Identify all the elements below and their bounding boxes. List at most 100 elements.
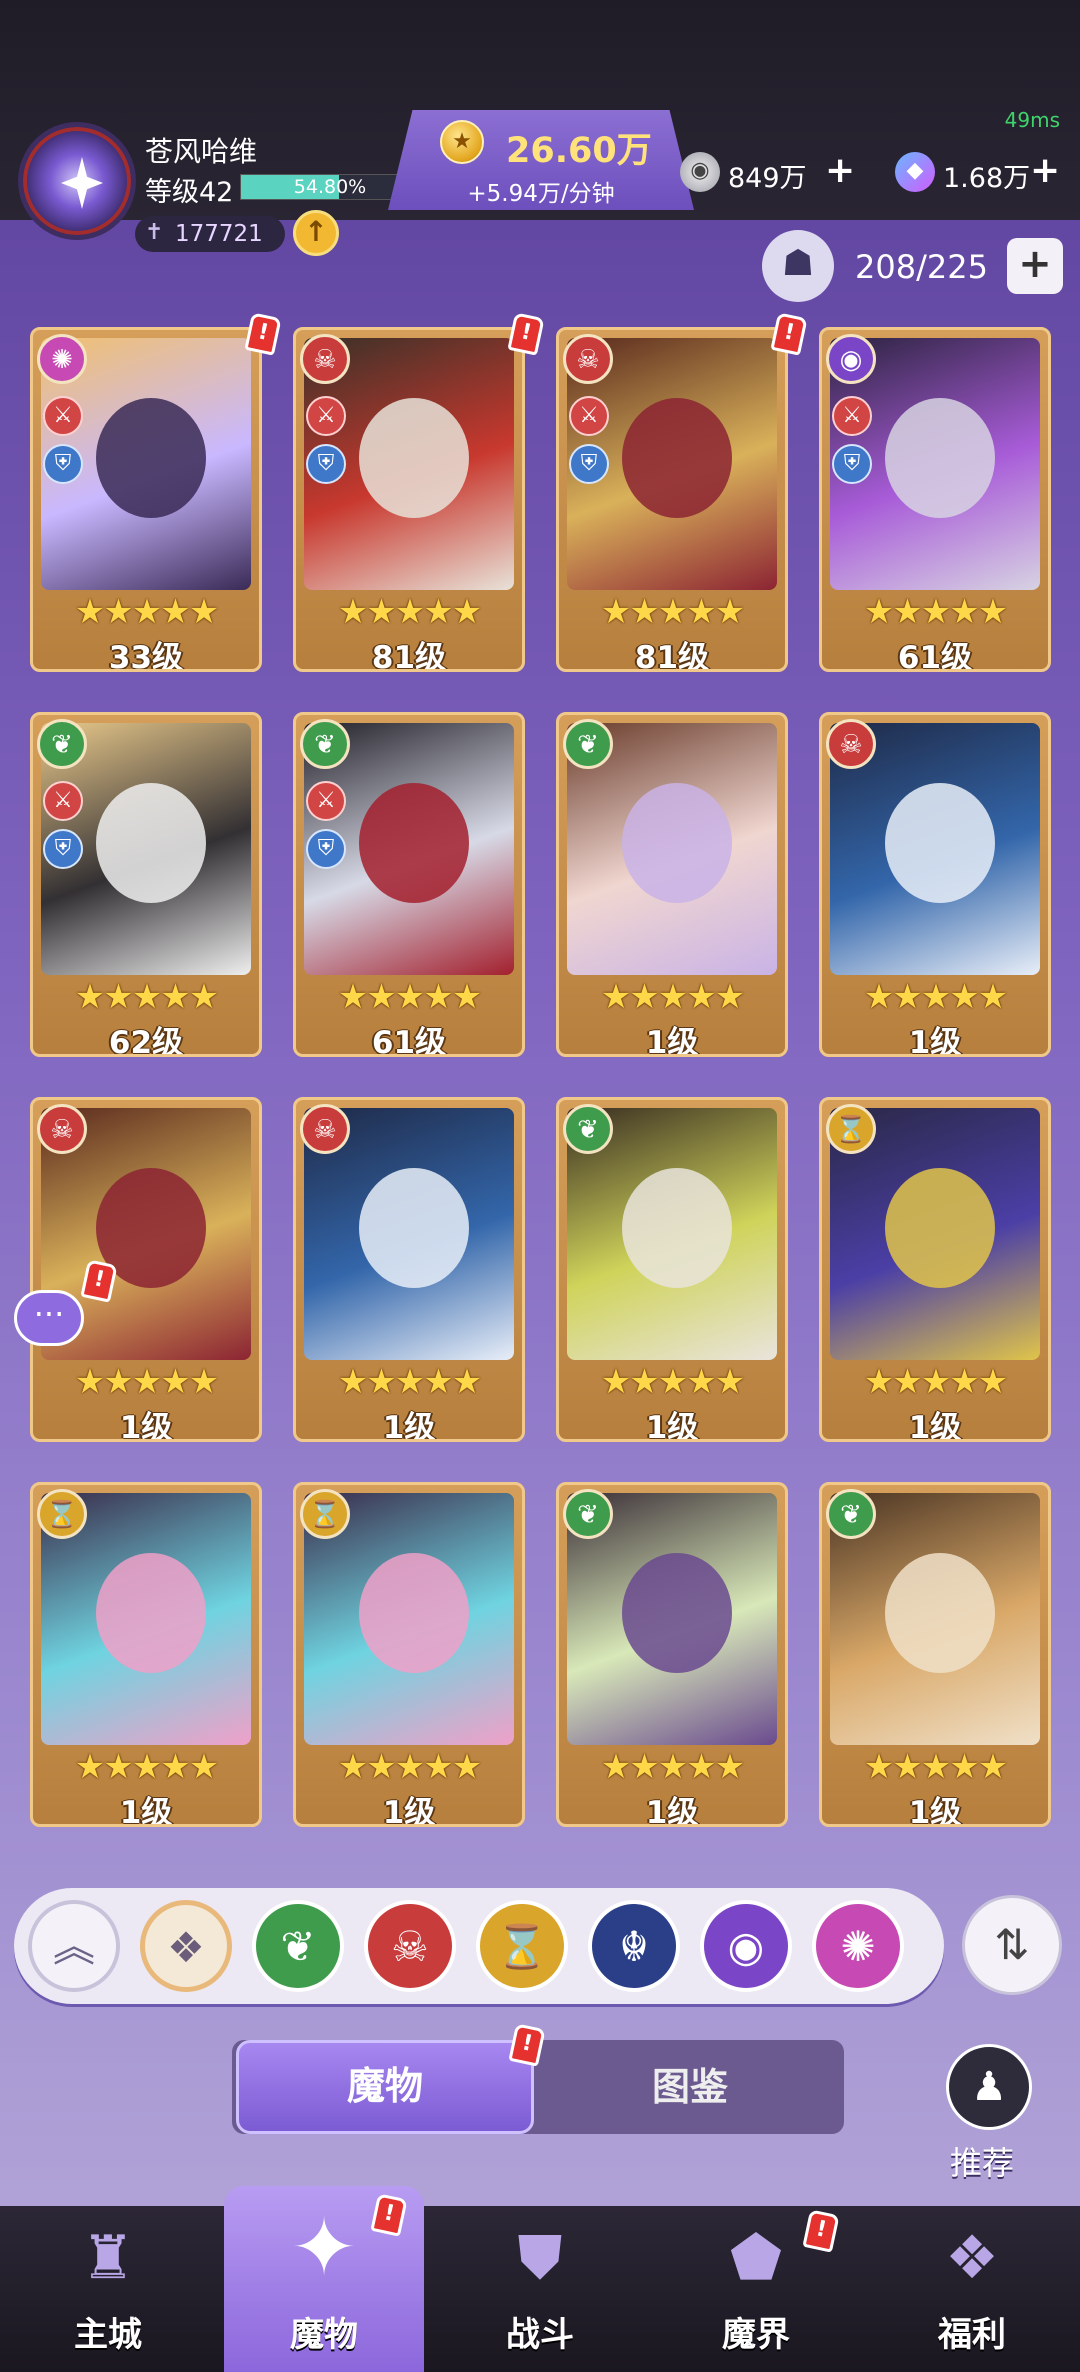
combat-power-value: 177721 bbox=[175, 221, 263, 247]
nature-icon: ❦ bbox=[563, 1104, 613, 1154]
monster-card[interactable]: ✺ ⚔ ⛨ ★★★★★ 33级 bbox=[30, 327, 262, 672]
monster-level: 1级 bbox=[645, 1025, 699, 1057]
attack-role-icon: ⚔ bbox=[306, 396, 346, 436]
gold-coin-icon: ★ bbox=[440, 120, 484, 164]
nav-label: 魔界 bbox=[722, 2315, 790, 2355]
monster-card[interactable]: ❦ ⚔ ⛨ ★★★★★ 61级 bbox=[293, 712, 525, 1057]
star-rating: ★★★★★ bbox=[74, 1747, 219, 1787]
defense-role-icon: ⛨ bbox=[43, 829, 83, 869]
monster-figure bbox=[359, 1168, 469, 1288]
monster-card[interactable]: ❦ ★★★★★ 1级 bbox=[556, 712, 788, 1057]
recommend-label: 推荐 bbox=[950, 2144, 1015, 2182]
monster-card[interactable]: ⌛ ★★★★★ 1级 bbox=[30, 1482, 262, 1827]
nav-item-treasure-chest[interactable]: ❖ 福利 bbox=[872, 2206, 1072, 2372]
monster-figure bbox=[359, 783, 469, 903]
collapse-filter-button[interactable]: ︽ bbox=[28, 1900, 120, 1992]
sword-icon: ✝ bbox=[145, 220, 164, 245]
monster-card[interactable]: ❦ ⚔ ⛨ ★★★★★ 62级 bbox=[30, 712, 262, 1057]
nature-icon: ❦ bbox=[300, 719, 350, 769]
monster-level: 33级 bbox=[108, 640, 184, 672]
silver-coin-icon: ◉ bbox=[680, 152, 720, 192]
gold-panel[interactable]: ★ 26.60万 +5.94万/分钟 bbox=[388, 110, 694, 210]
star-rating: ★★★★★ bbox=[600, 977, 745, 1017]
filter-fire-button[interactable]: ☠ bbox=[364, 1900, 456, 1992]
sort-button[interactable]: ⇅ bbox=[962, 1895, 1062, 1995]
gem-amount: 1.68万 bbox=[943, 163, 1031, 194]
monster-card[interactable]: ❦ ★★★★★ 1级 bbox=[556, 1097, 788, 1442]
filter-nature-button[interactable]: ❦ bbox=[252, 1900, 344, 1992]
monster-card[interactable]: ☠ ⚔ ⛨ ★★★★★ 81级 bbox=[293, 327, 525, 672]
monster-figure bbox=[96, 1553, 206, 1673]
fire-icon: ☠ bbox=[826, 719, 876, 769]
monster-figure bbox=[885, 1168, 995, 1288]
gem-resource: ◆ 1.68万 + bbox=[895, 150, 1075, 194]
monster-level: 81级 bbox=[634, 640, 710, 672]
silver-resource: ◉ 849万 + bbox=[680, 150, 860, 194]
add-silver-button[interactable]: + bbox=[825, 150, 855, 191]
nav-label: 主城 bbox=[74, 2315, 142, 2355]
filter-wind-button[interactable]: ✺ bbox=[812, 1900, 904, 1992]
monster-card[interactable]: ⌛ ★★★★★ 1级 bbox=[293, 1482, 525, 1827]
fire-icon: ☠ bbox=[300, 1104, 350, 1154]
monster-card[interactable]: ⌛ ★★★★★ 1级 bbox=[819, 1097, 1051, 1442]
monster-level: 1级 bbox=[382, 1410, 436, 1442]
tab-monsters[interactable]: 魔物 bbox=[236, 2040, 534, 2134]
monster-level: 1级 bbox=[908, 1025, 962, 1057]
monster-level: 1级 bbox=[119, 1795, 173, 1827]
player-avatar[interactable] bbox=[18, 122, 136, 240]
monster-figure bbox=[885, 783, 995, 903]
monster-figure bbox=[96, 783, 206, 903]
star-rating: ★★★★★ bbox=[74, 592, 219, 632]
star-rating: ★★★★★ bbox=[600, 1362, 745, 1402]
monster-level: 81级 bbox=[371, 640, 447, 672]
monster-card[interactable]: ◉ ⚔ ⛨ ★★★★★ 61级 bbox=[819, 327, 1051, 672]
card-alert-badge: ! bbox=[507, 312, 545, 356]
monster-level: 61级 bbox=[371, 1025, 447, 1057]
star-rating: ★★★★★ bbox=[74, 977, 219, 1017]
attack-role-icon: ⚔ bbox=[306, 781, 346, 821]
monster-figure bbox=[622, 1553, 732, 1673]
star-rating: ★★★★★ bbox=[337, 1362, 482, 1402]
monster-card[interactable]: ☠ ★★★★★ 1级 bbox=[819, 712, 1051, 1057]
monster-figure bbox=[885, 1553, 995, 1673]
monster-level: 1级 bbox=[908, 1410, 962, 1442]
filter-eye-button[interactable]: ◉ bbox=[700, 1900, 792, 1992]
monster-level: 1级 bbox=[382, 1795, 436, 1827]
monster-card[interactable]: ☠ ★★★★★ 1级 bbox=[30, 1097, 262, 1442]
monster-card[interactable]: ❦ ★★★★★ 1级 bbox=[819, 1482, 1051, 1827]
expand-capacity-button[interactable]: + bbox=[1007, 238, 1063, 294]
nature-icon: ❦ bbox=[826, 1489, 876, 1539]
monster-capacity: 208/225 bbox=[855, 248, 988, 286]
nav-item-castle[interactable]: ♜ 主城 bbox=[8, 2206, 208, 2372]
star-rating: ★★★★★ bbox=[863, 1747, 1008, 1787]
nature-icon: ❦ bbox=[563, 1489, 613, 1539]
add-gem-button[interactable]: + bbox=[1030, 150, 1060, 191]
nav-item-battle-shield[interactable]: ⛊ 战斗 bbox=[440, 2206, 640, 2372]
monster-figure bbox=[885, 398, 995, 518]
star-rating: ★★★★★ bbox=[863, 1362, 1008, 1402]
upgrade-arrow-button[interactable]: ↑ bbox=[293, 210, 339, 256]
nature-icon: ❦ bbox=[37, 719, 87, 769]
star-rating: ★★★★★ bbox=[600, 592, 745, 632]
monster-card[interactable]: ☠ ⚔ ⛨ ★★★★★ 81级 bbox=[556, 327, 788, 672]
nav-label: 福利 bbox=[938, 2315, 1006, 2355]
nav-label: 魔物 bbox=[290, 2315, 358, 2355]
monster-card[interactable]: ☠ ★★★★★ 1级 bbox=[293, 1097, 525, 1442]
filter-beast-button[interactable]: ☬ bbox=[588, 1900, 680, 1992]
silver-amount: 849万 bbox=[728, 163, 807, 194]
attack-role-icon: ⚔ bbox=[569, 396, 609, 436]
monster-card[interactable]: ❦ ★★★★★ 1级 bbox=[556, 1482, 788, 1827]
star-rating: ★★★★★ bbox=[863, 592, 1008, 632]
filter-time-button[interactable]: ⌛ bbox=[476, 1900, 568, 1992]
monster-level: 1级 bbox=[908, 1795, 962, 1827]
monster-level: 1级 bbox=[645, 1410, 699, 1442]
recommend-icon[interactable]: ♟ bbox=[946, 2044, 1032, 2130]
nature-icon: ❦ bbox=[563, 719, 613, 769]
monster-figure bbox=[622, 783, 732, 903]
fire-icon: ☠ bbox=[300, 334, 350, 384]
filter-all-button[interactable]: ❖ bbox=[140, 1900, 232, 1992]
star-rating: ★★★★★ bbox=[337, 592, 482, 632]
defense-role-icon: ⛨ bbox=[569, 444, 609, 484]
tab-codex[interactable]: 图鉴 bbox=[540, 2040, 840, 2134]
chat-bubble-icon[interactable]: ··· bbox=[14, 1290, 84, 1346]
